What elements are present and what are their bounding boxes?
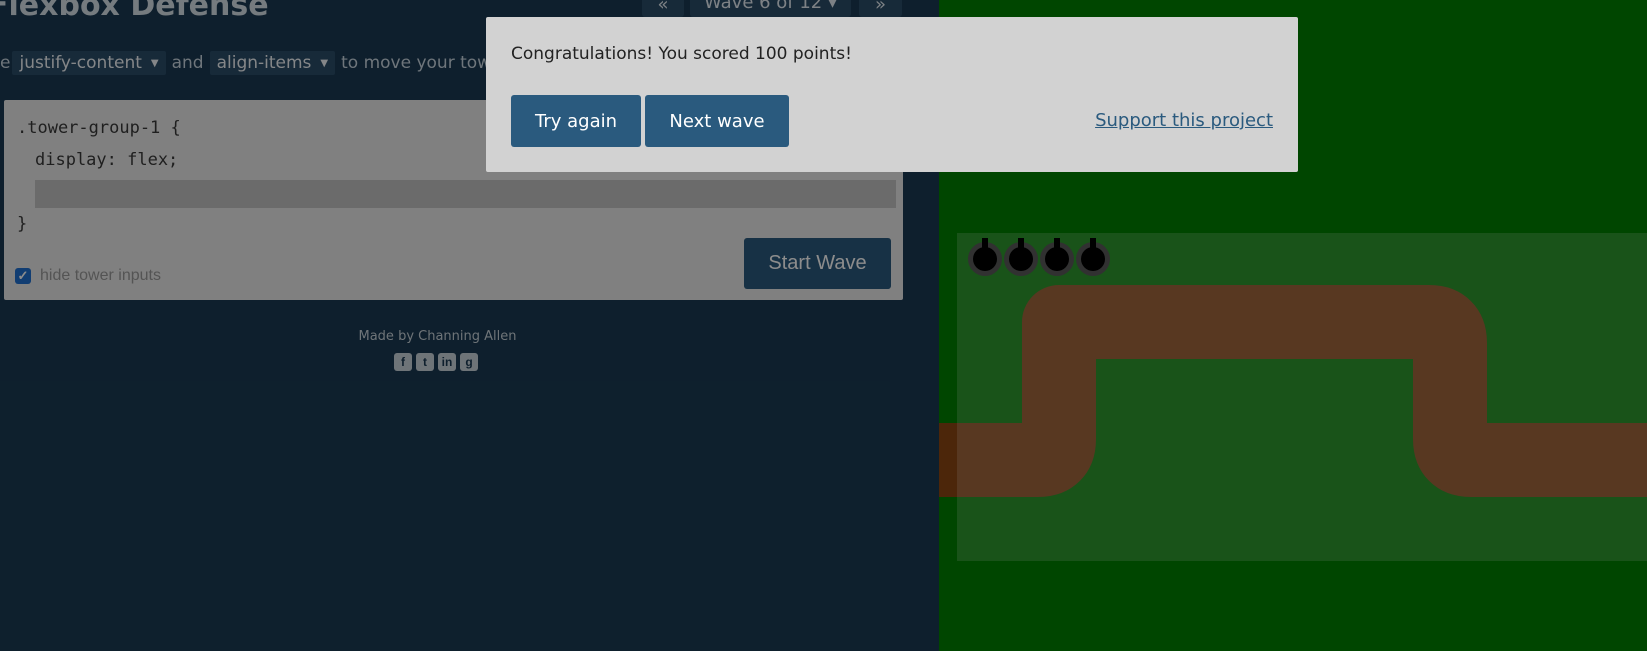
- score-message: Congratulations! You scored 100 points!: [511, 44, 852, 64]
- hide-inputs-checkbox[interactable]: ✓: [15, 268, 31, 284]
- code-display-line: display: flex;: [35, 150, 179, 170]
- support-project-link[interactable]: Support this project: [1095, 110, 1273, 131]
- social-links: f t in g: [394, 353, 478, 371]
- linkedin-icon[interactable]: in: [438, 353, 456, 371]
- caret-down-icon: ▼: [320, 57, 329, 69]
- next-level-button[interactable]: »: [859, 0, 902, 17]
- next-label: »: [874, 0, 886, 15]
- github-icon[interactable]: g: [460, 353, 478, 371]
- align-items-dropdown[interactable]: align-items ▼: [209, 51, 336, 75]
- prev-label: «: [657, 0, 669, 15]
- instructions-lead: e: [0, 53, 11, 73]
- justify-content-dropdown[interactable]: justify-content ▼: [12, 51, 166, 75]
- start-wave-button[interactable]: Start Wave: [744, 238, 891, 289]
- facebook-icon[interactable]: f: [394, 353, 412, 371]
- hide-inputs-row[interactable]: ✓ hide tower inputs: [15, 267, 161, 285]
- code-closing-brace: }: [17, 214, 28, 234]
- credit-text: Made by Channing Allen: [358, 329, 517, 344]
- level-selector[interactable]: Wave 6 of 12 ▾: [690, 0, 851, 17]
- level-label: Wave 6 of 12 ▾: [703, 0, 838, 13]
- twitter-icon[interactable]: t: [416, 353, 434, 371]
- try-again-button[interactable]: Try again: [511, 95, 641, 147]
- css-input-field[interactable]: [35, 180, 896, 208]
- prev-level-button[interactable]: «: [642, 0, 684, 17]
- result-dialog: Congratulations! You scored 100 points! …: [486, 17, 1298, 172]
- instructions-tail: to move your tow: [341, 53, 492, 73]
- code-selector-line: .tower-group-1 {: [17, 118, 181, 138]
- dropdown-label: justify-content: [19, 53, 142, 73]
- hide-inputs-label: hide tower inputs: [40, 267, 161, 284]
- next-wave-button[interactable]: Next wave: [645, 95, 789, 147]
- instructions: e justify-content ▼ and align-items ▼ to…: [0, 50, 491, 76]
- dropdown-label: align-items: [216, 53, 312, 73]
- app-title: Flexbox Defense: [0, 0, 269, 23]
- caret-down-icon: ▼: [150, 57, 159, 69]
- tower-placement-zone: [957, 233, 1647, 561]
- and-text: and: [171, 53, 204, 73]
